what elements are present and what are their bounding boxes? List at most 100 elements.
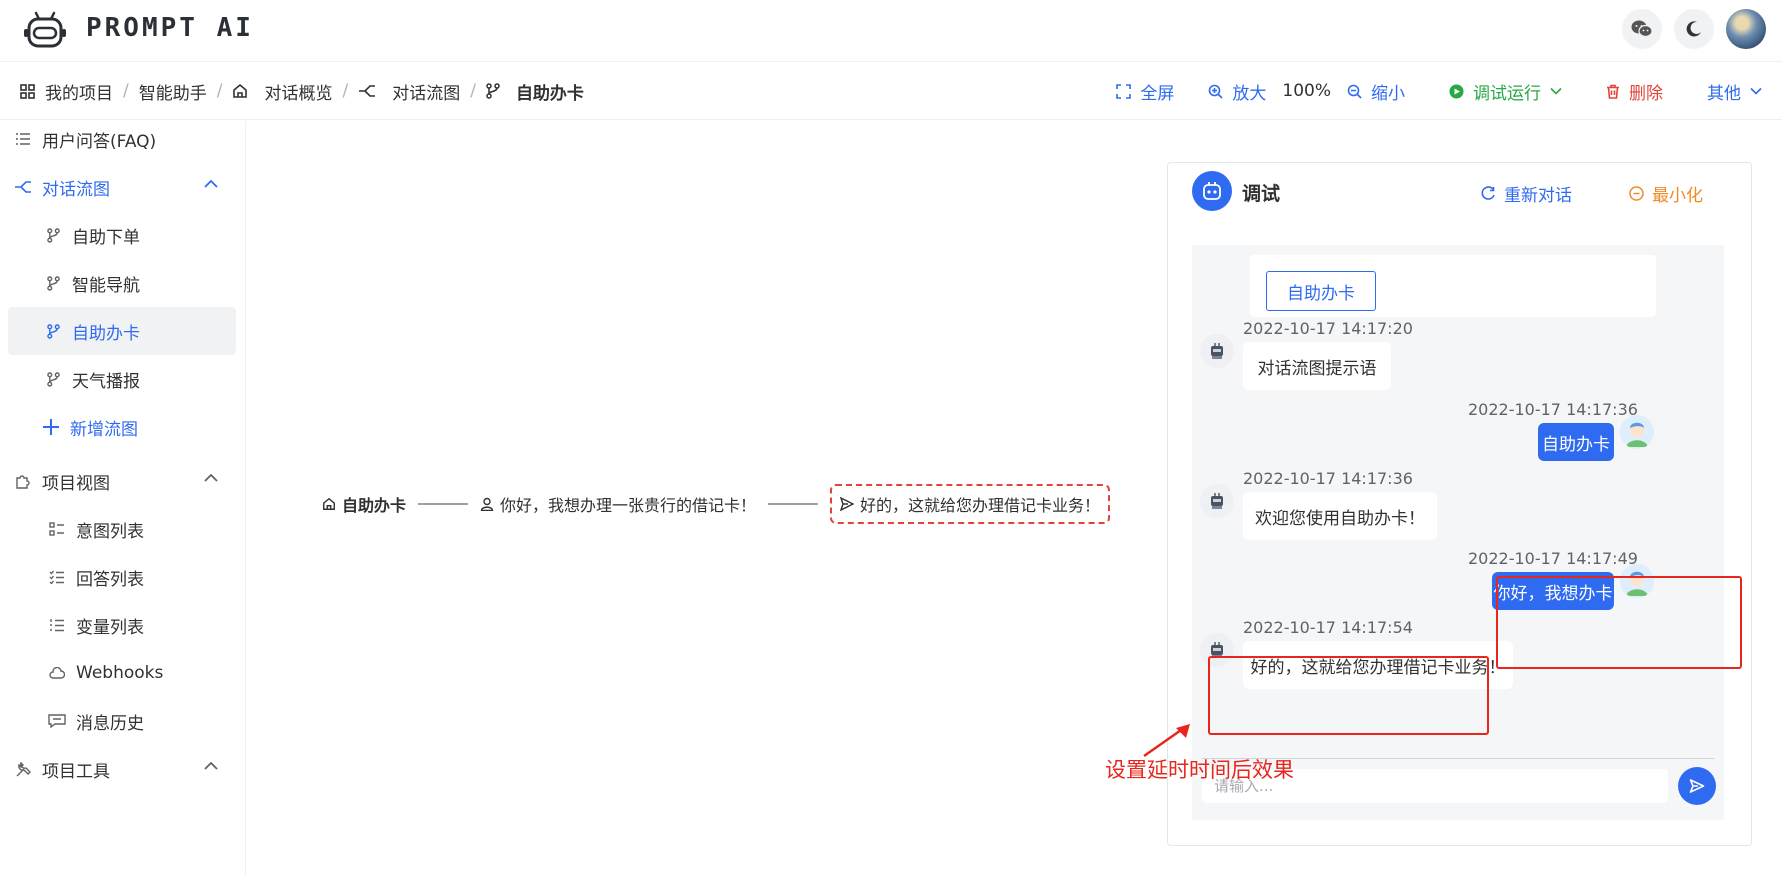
message-timestamp: 2022-10-17 14:17:20 bbox=[1243, 319, 1413, 338]
robot-icon bbox=[1211, 343, 1223, 359]
cloud-icon bbox=[48, 664, 66, 682]
breadcrumb-separator: / bbox=[470, 81, 476, 101]
toolbar: 全屏 放大 100% 缩小 调试运行 删除 其他 bbox=[1082, 62, 1762, 120]
branch-icon bbox=[44, 274, 62, 292]
breadcrumb-overview[interactable]: 对话概览 bbox=[264, 79, 332, 104]
debug-panel: 调试 重新对话 最小化 自助办卡 2022-10-17 14:17:20 对话流… bbox=[1167, 162, 1752, 846]
chevron-up-icon bbox=[204, 761, 218, 770]
sidebar-item-answers[interactable]: 回答列表 bbox=[8, 553, 236, 601]
dark-mode-button[interactable] bbox=[1674, 9, 1714, 49]
sidebar-item-flow[interactable]: 自助下单 bbox=[8, 211, 236, 259]
home-icon bbox=[232, 83, 248, 99]
minimize-button[interactable]: 最小化 bbox=[1629, 181, 1703, 206]
quick-reply-card: 自助办卡 bbox=[1250, 255, 1656, 317]
branch-icon bbox=[44, 322, 62, 340]
sidebar-group-flows[interactable]: 对话流图 bbox=[14, 163, 236, 211]
puzzle-icon bbox=[14, 472, 32, 490]
delete-label: 删除 bbox=[1629, 83, 1663, 104]
flow-start-node[interactable]: 自助办卡 bbox=[322, 492, 406, 516]
quick-reply-button[interactable]: 自助办卡 bbox=[1266, 271, 1376, 311]
sidebar-item-label: 智能导航 bbox=[72, 275, 140, 296]
minimize-label: 最小化 bbox=[1652, 186, 1703, 206]
robot-icon bbox=[1211, 493, 1223, 509]
flow-reply-node[interactable]: 好的，这就给您办理借记卡业务！ bbox=[830, 484, 1111, 524]
flow-connector bbox=[418, 503, 469, 505]
other-menu-button[interactable]: 其他 bbox=[1707, 79, 1762, 104]
zoom-out-icon bbox=[1347, 84, 1362, 99]
debug-run-label: 调试运行 bbox=[1473, 83, 1541, 104]
message-timestamp: 2022-10-17 14:17:54 bbox=[1243, 618, 1413, 637]
flow-user-node[interactable]: 你好，我想办理一张贵行的借记卡！ bbox=[480, 492, 756, 516]
breadcrumb-separator: / bbox=[216, 81, 223, 101]
refresh-icon bbox=[1481, 186, 1495, 200]
breadcrumb-assistant[interactable]: 智能助手 bbox=[139, 79, 207, 104]
sidebar-item-variables[interactable]: 变量列表 bbox=[8, 601, 236, 649]
user-message: 自助办卡 bbox=[1538, 423, 1614, 461]
sidebar: 用户问答(FAQ) 对话流图 自助下单 智能导航 自助办卡 天气播报 新增流图 … bbox=[0, 121, 246, 876]
sidebar-item-flow[interactable]: 智能导航 bbox=[8, 259, 236, 307]
user-icon bbox=[480, 497, 494, 511]
sidebar-item-label: 回答列表 bbox=[76, 569, 144, 590]
restart-label: 重新对话 bbox=[1504, 186, 1572, 206]
restart-chat-button[interactable]: 重新对话 bbox=[1481, 181, 1572, 206]
nav-bar: 我的项目 / 智能助手 / 对话概览 / 对话流图 / 自助办卡 全屏 放大 1… bbox=[0, 62, 1782, 120]
list-icon bbox=[14, 130, 32, 148]
sidebar-item-intents[interactable]: 意图列表 bbox=[8, 505, 236, 553]
highlight-box-user bbox=[1496, 576, 1742, 669]
sidebar-item-label: 意图列表 bbox=[76, 521, 144, 542]
play-icon bbox=[1449, 84, 1464, 98]
breadcrumb-current: 自助办卡 bbox=[515, 83, 584, 104]
sidebar-item-faq[interactable]: 用户问答(FAQ) bbox=[14, 121, 242, 163]
sidebar-group-label: 对话流图 bbox=[42, 179, 110, 200]
ordered-list-icon bbox=[48, 616, 66, 634]
intent-list-icon bbox=[48, 520, 66, 538]
sidebar-item-label: 用户问答(FAQ) bbox=[42, 131, 157, 152]
flow-graph: 自助办卡 你好，我想办理一张贵行的借记卡！ 好的，这就给您办理借记卡业务！ bbox=[322, 484, 1111, 524]
robot-icon bbox=[1192, 171, 1232, 211]
sidebar-item-history[interactable]: 消息历史 bbox=[8, 697, 236, 745]
other-label: 其他 bbox=[1707, 83, 1741, 104]
highlight-box-bot bbox=[1208, 656, 1489, 735]
checklist-icon bbox=[48, 568, 66, 586]
sidebar-item-flow[interactable]: 天气播报 bbox=[8, 355, 236, 403]
zoom-in-label: 放大 bbox=[1232, 83, 1267, 104]
add-flow-button[interactable]: 新增流图 bbox=[8, 403, 236, 451]
fullscreen-button[interactable]: 全屏 bbox=[1116, 79, 1174, 104]
delete-button[interactable]: 删除 bbox=[1606, 79, 1663, 104]
branch-icon bbox=[44, 370, 62, 388]
zoom-in-button[interactable]: 放大 bbox=[1208, 79, 1266, 104]
sidebar-group-views[interactable]: 项目视图 bbox=[14, 457, 236, 505]
tools-icon bbox=[14, 760, 32, 778]
sidebar-item-flow-active[interactable]: 自助办卡 bbox=[8, 307, 236, 355]
bot-message: 欢迎您使用自助办卡！ bbox=[1243, 492, 1437, 540]
debug-run-button[interactable]: 调试运行 bbox=[1449, 79, 1562, 104]
add-flow-label: 新增流图 bbox=[70, 419, 138, 440]
sidebar-item-label: 消息历史 bbox=[76, 713, 144, 734]
bot-avatar bbox=[1200, 334, 1234, 368]
flow-user-label: 你好，我想办理一张贵行的借记卡！ bbox=[500, 496, 757, 515]
zoom-out-label: 缩小 bbox=[1371, 83, 1405, 104]
breadcrumb-flow-graph[interactable]: 对话流图 bbox=[392, 79, 460, 104]
zoom-in-icon bbox=[1209, 84, 1223, 99]
sidebar-group-label: 项目工具 bbox=[42, 761, 110, 782]
debug-header: 调试 重新对话 最小化 bbox=[1168, 163, 1751, 221]
grid-icon bbox=[20, 83, 35, 99]
wechat-button[interactable] bbox=[1622, 9, 1662, 49]
bot-message: 对话流图提示语 bbox=[1243, 342, 1391, 390]
send-icon bbox=[840, 497, 855, 511]
sidebar-item-webhooks[interactable]: Webhooks bbox=[8, 649, 236, 697]
flow-connector bbox=[768, 503, 819, 505]
message-timestamp: 2022-10-17 14:17:49 bbox=[1468, 549, 1638, 568]
breadcrumb-separator: / bbox=[123, 81, 129, 101]
app-name: PROMPT AI bbox=[86, 13, 254, 43]
breadcrumb-separator: / bbox=[342, 81, 349, 101]
zoom-out-button[interactable]: 缩小 bbox=[1347, 79, 1405, 104]
fullscreen-label: 全屏 bbox=[1140, 83, 1175, 104]
annotation-text: 设置延时时间后效果 bbox=[1105, 758, 1294, 782]
user-avatar[interactable] bbox=[1726, 9, 1766, 49]
sidebar-group-tools[interactable]: 项目工具 bbox=[14, 745, 236, 793]
sidebar-group-label: 项目视图 bbox=[42, 473, 110, 494]
send-button[interactable] bbox=[1678, 767, 1716, 805]
breadcrumb-my-projects[interactable]: 我的项目 bbox=[45, 79, 113, 104]
chevron-up-icon bbox=[204, 473, 218, 482]
